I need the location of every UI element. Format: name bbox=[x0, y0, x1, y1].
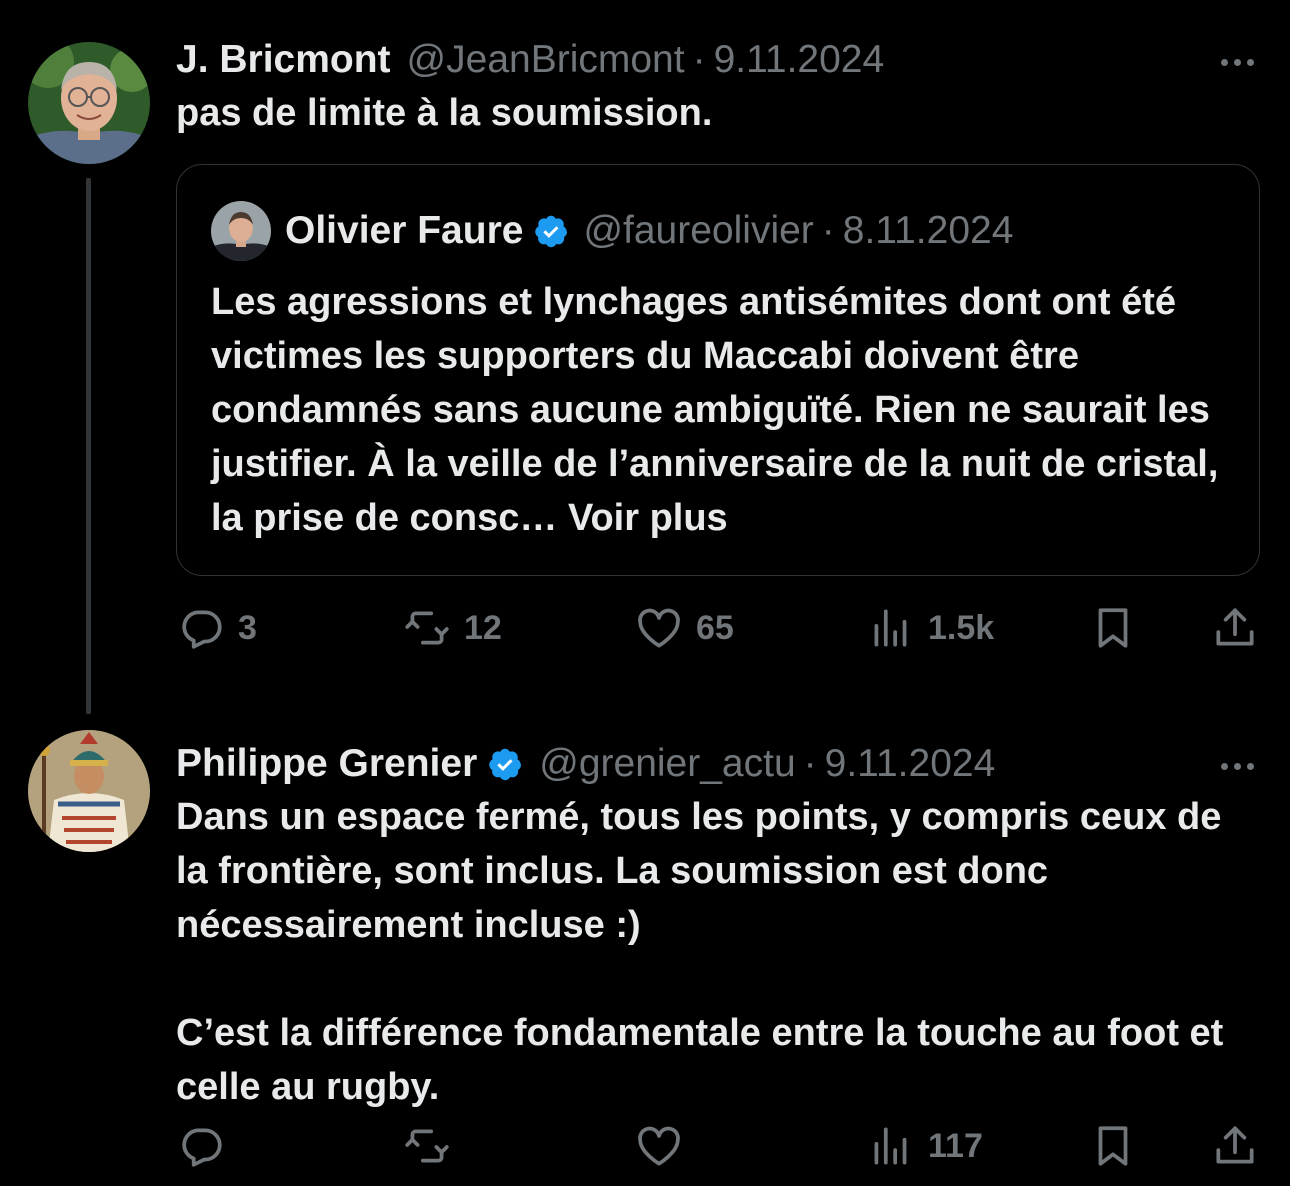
more-icon[interactable] bbox=[1212, 746, 1262, 786]
tweet-header: J. Bricmont @JeanBricmont · 9.11.2024 bbox=[176, 34, 1262, 86]
tweet-header: Philippe Grenier @grenier_actu · 9.11.20… bbox=[176, 738, 1262, 790]
display-name[interactable]: Philippe Grenier bbox=[176, 742, 477, 786]
quote-text-block: Les agressions et lynchages antisémites … bbox=[211, 275, 1229, 545]
action-bar: 117 bbox=[176, 1116, 1256, 1176]
quote-avatar[interactable] bbox=[211, 201, 271, 261]
username[interactable]: @JeanBricmont bbox=[407, 38, 685, 82]
timestamp[interactable]: 9.11.2024 bbox=[714, 38, 885, 82]
tweet[interactable]: Philippe Grenier @grenier_actu · 9.11.20… bbox=[0, 718, 1290, 1186]
views-count: 117 bbox=[928, 1126, 983, 1165]
tweet-paragraph: C’est la différence fondamentale entre l… bbox=[176, 1012, 1224, 1108]
views-icon bbox=[874, 609, 907, 647]
heart-icon bbox=[638, 1126, 680, 1166]
reply-count: 3 bbox=[238, 608, 257, 647]
like-button[interactable]: 65 bbox=[634, 598, 734, 658]
thread-connector-line bbox=[86, 178, 91, 714]
quote-username[interactable]: @faureolivier bbox=[583, 209, 813, 253]
verified-badge-icon bbox=[535, 215, 568, 248]
like-count: 65 bbox=[696, 608, 734, 647]
separator: · bbox=[692, 38, 706, 81]
retweet-icon bbox=[405, 611, 449, 645]
retweet-count: 12 bbox=[464, 608, 502, 647]
quote-header: Olivier Faure @faureolivier · 8.11.2024 bbox=[285, 205, 1013, 257]
retweet-button[interactable] bbox=[402, 1116, 452, 1176]
share-button[interactable] bbox=[1210, 1116, 1260, 1176]
retweet-icon bbox=[405, 1129, 449, 1163]
views-count: 1.5k bbox=[928, 608, 995, 647]
like-button[interactable] bbox=[634, 1116, 684, 1176]
tweet[interactable]: J. Bricmont @JeanBricmont · 9.11.2024 pa… bbox=[0, 0, 1290, 714]
share-icon bbox=[1216, 608, 1254, 646]
timestamp[interactable]: 9.11.2024 bbox=[825, 742, 996, 786]
tweet-text: pas de limite à la soumission. bbox=[176, 92, 713, 134]
tweet-body: J. Bricmont @JeanBricmont · 9.11.2024 pa… bbox=[176, 34, 1262, 140]
paragraph-spacer bbox=[176, 952, 1262, 1006]
avatar[interactable] bbox=[28, 730, 150, 852]
separator: · bbox=[803, 742, 817, 785]
more-icon[interactable] bbox=[1212, 42, 1262, 82]
display-name[interactable]: J. Bricmont bbox=[176, 38, 391, 82]
share-icon bbox=[1216, 1126, 1254, 1164]
avatar[interactable] bbox=[28, 42, 150, 164]
quote-display-name[interactable]: Olivier Faure bbox=[285, 209, 523, 253]
action-bar: 3 12 65 1.5k bbox=[176, 598, 1256, 658]
verified-badge-icon bbox=[489, 748, 522, 781]
bookmark-icon bbox=[1098, 1126, 1128, 1166]
bookmark-icon bbox=[1098, 608, 1128, 648]
views-icon bbox=[874, 1127, 907, 1165]
reply-button[interactable] bbox=[176, 1116, 226, 1176]
heart-icon bbox=[638, 608, 680, 648]
reply-button[interactable]: 3 bbox=[176, 598, 257, 658]
tweet-text: Dans un espace fermé, tous les points, y… bbox=[176, 790, 1262, 1114]
quoted-tweet[interactable]: Olivier Faure @faureolivier · 8.11.2024 … bbox=[176, 164, 1260, 576]
bookmark-button[interactable] bbox=[1088, 598, 1138, 658]
reply-icon bbox=[182, 610, 222, 649]
see-more-link[interactable]: Voir plus bbox=[568, 497, 728, 539]
tweet-paragraph: Dans un espace fermé, tous les points, y… bbox=[176, 796, 1222, 946]
quote-timestamp[interactable]: 8.11.2024 bbox=[843, 209, 1014, 253]
username[interactable]: @grenier_actu bbox=[539, 742, 795, 786]
retweet-button[interactable]: 12 bbox=[402, 598, 502, 658]
separator: · bbox=[821, 209, 835, 252]
tweet-body: Philippe Grenier @grenier_actu · 9.11.20… bbox=[176, 738, 1262, 1114]
views-button[interactable]: 117 bbox=[866, 1116, 983, 1176]
reply-icon bbox=[182, 1128, 222, 1167]
bookmark-button[interactable] bbox=[1088, 1116, 1138, 1176]
share-button[interactable] bbox=[1210, 598, 1260, 658]
views-button[interactable]: 1.5k bbox=[866, 598, 994, 658]
